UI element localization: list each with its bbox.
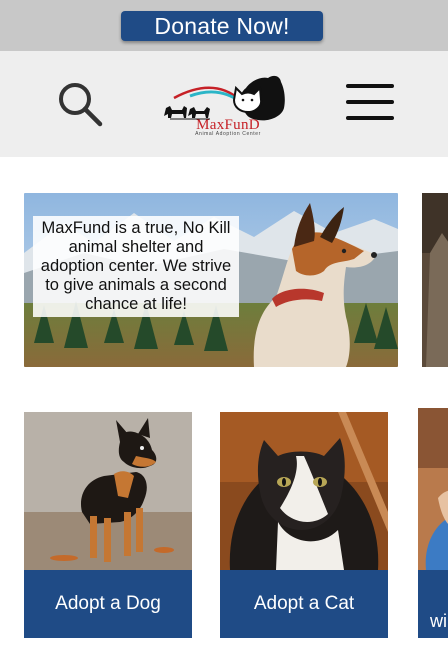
adopt-dog-button[interactable]: Adopt a Dog xyxy=(24,570,192,638)
next-card-button[interactable]: wi xyxy=(418,570,448,638)
next-card-label-fragment: wi xyxy=(430,611,447,631)
next-slide-photo xyxy=(422,193,448,367)
donate-now-button[interactable]: Donate Now! xyxy=(121,11,323,41)
adopt-dog-card[interactable]: Adopt a Dog xyxy=(24,412,192,638)
adopt-cat-card[interactable]: Adopt a Cat xyxy=(220,412,388,638)
search-icon[interactable] xyxy=(56,80,104,128)
next-card-peek[interactable]: wi xyxy=(418,408,448,638)
next-card-photo xyxy=(418,408,448,570)
donate-bar: Donate Now! xyxy=(0,0,448,51)
hero-next-slide-peek[interactable] xyxy=(422,193,448,367)
hero-mission-text: MaxFund is a true, No Kill animal shelte… xyxy=(33,216,239,317)
hamburger-menu-icon[interactable] xyxy=(345,83,395,121)
cat-photo xyxy=(220,412,388,570)
adopt-cat-button[interactable]: Adopt a Cat xyxy=(220,570,388,638)
puppy-photo xyxy=(24,412,192,570)
app-root: Donate Now! MaxFunD Animal Adoption Cent… xyxy=(0,0,448,667)
logo-subtitle: Animal Adoption Center xyxy=(195,131,261,137)
hero-banner[interactable]: MaxFund is a true, No Kill animal shelte… xyxy=(24,193,398,367)
